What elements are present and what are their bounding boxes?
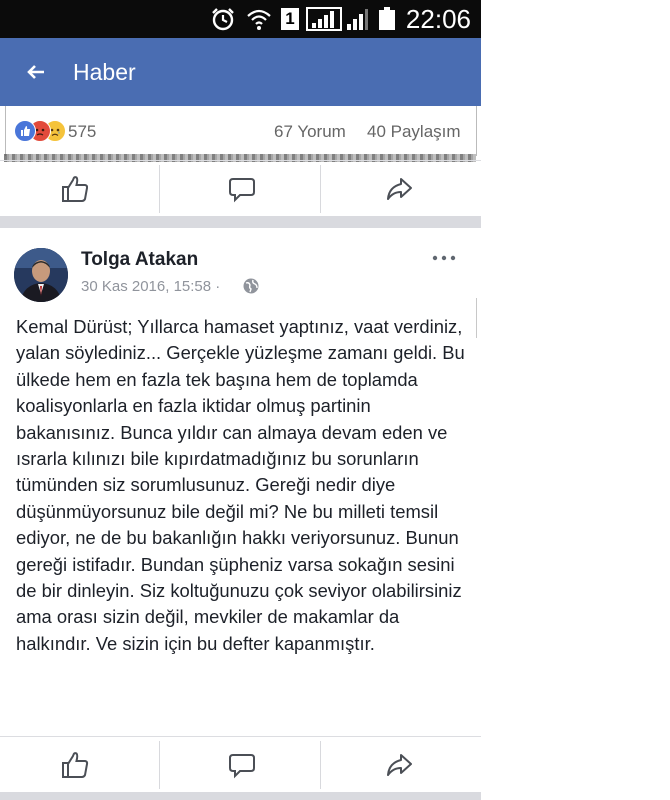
status-bar: 1 22:06 xyxy=(0,0,481,38)
action-bar xyxy=(0,160,481,217)
comment-icon xyxy=(229,178,255,203)
share-button[interactable] xyxy=(321,737,481,793)
share-icon xyxy=(387,754,412,776)
share-icon xyxy=(387,178,412,200)
wifi-icon xyxy=(247,9,271,30)
previous-post-card: 575 67 Yorum 40 Paylaşım xyxy=(0,106,481,216)
comments-count[interactable]: 67 Yorum xyxy=(274,122,346,142)
post-date[interactable]: 30 Kas 2016, 15:58 · xyxy=(81,278,220,295)
comment-button[interactable] xyxy=(160,737,320,793)
like-button[interactable] xyxy=(0,737,158,793)
battery-icon xyxy=(379,7,395,30)
thumbs-up-icon xyxy=(62,752,89,778)
globe-icon xyxy=(243,278,259,294)
share-button[interactable] xyxy=(321,161,481,217)
page-title: Haber xyxy=(73,59,136,85)
thumbs-up-icon xyxy=(62,176,89,202)
phone-screen: 1 22:06 Haber 575 67 Yorum 40 Paylaşım T… xyxy=(0,0,481,800)
arrow-left-icon[interactable] xyxy=(22,58,50,86)
app-bar: Haber xyxy=(0,38,481,106)
avatar[interactable] xyxy=(14,248,68,302)
divider xyxy=(476,298,477,338)
like-button[interactable] xyxy=(0,161,158,217)
signal-icon xyxy=(306,7,342,31)
reaction-count[interactable]: 575 xyxy=(68,122,96,142)
author-name[interactable]: Tolga Atakan xyxy=(81,249,198,271)
comment-icon xyxy=(229,754,255,779)
post-card: Tolga Atakan 30 Kas 2016, 15:58 · Kemal … xyxy=(0,228,481,800)
status-clock: 22:06 xyxy=(405,4,471,34)
feed-separator xyxy=(0,792,481,800)
post-text: Kemal Dürüst; Yıllarca hamaset yaptınız,… xyxy=(16,316,465,654)
feed-separator xyxy=(0,216,481,228)
signal-icon xyxy=(347,9,368,30)
more-icon[interactable] xyxy=(432,254,456,262)
action-bar xyxy=(0,736,481,793)
comment-button[interactable] xyxy=(160,161,320,217)
alarm-icon xyxy=(212,8,234,31)
sim-badge: 1 xyxy=(281,8,299,30)
like-icon xyxy=(14,120,36,142)
shares-count[interactable]: 40 Paylaşım xyxy=(367,122,461,142)
